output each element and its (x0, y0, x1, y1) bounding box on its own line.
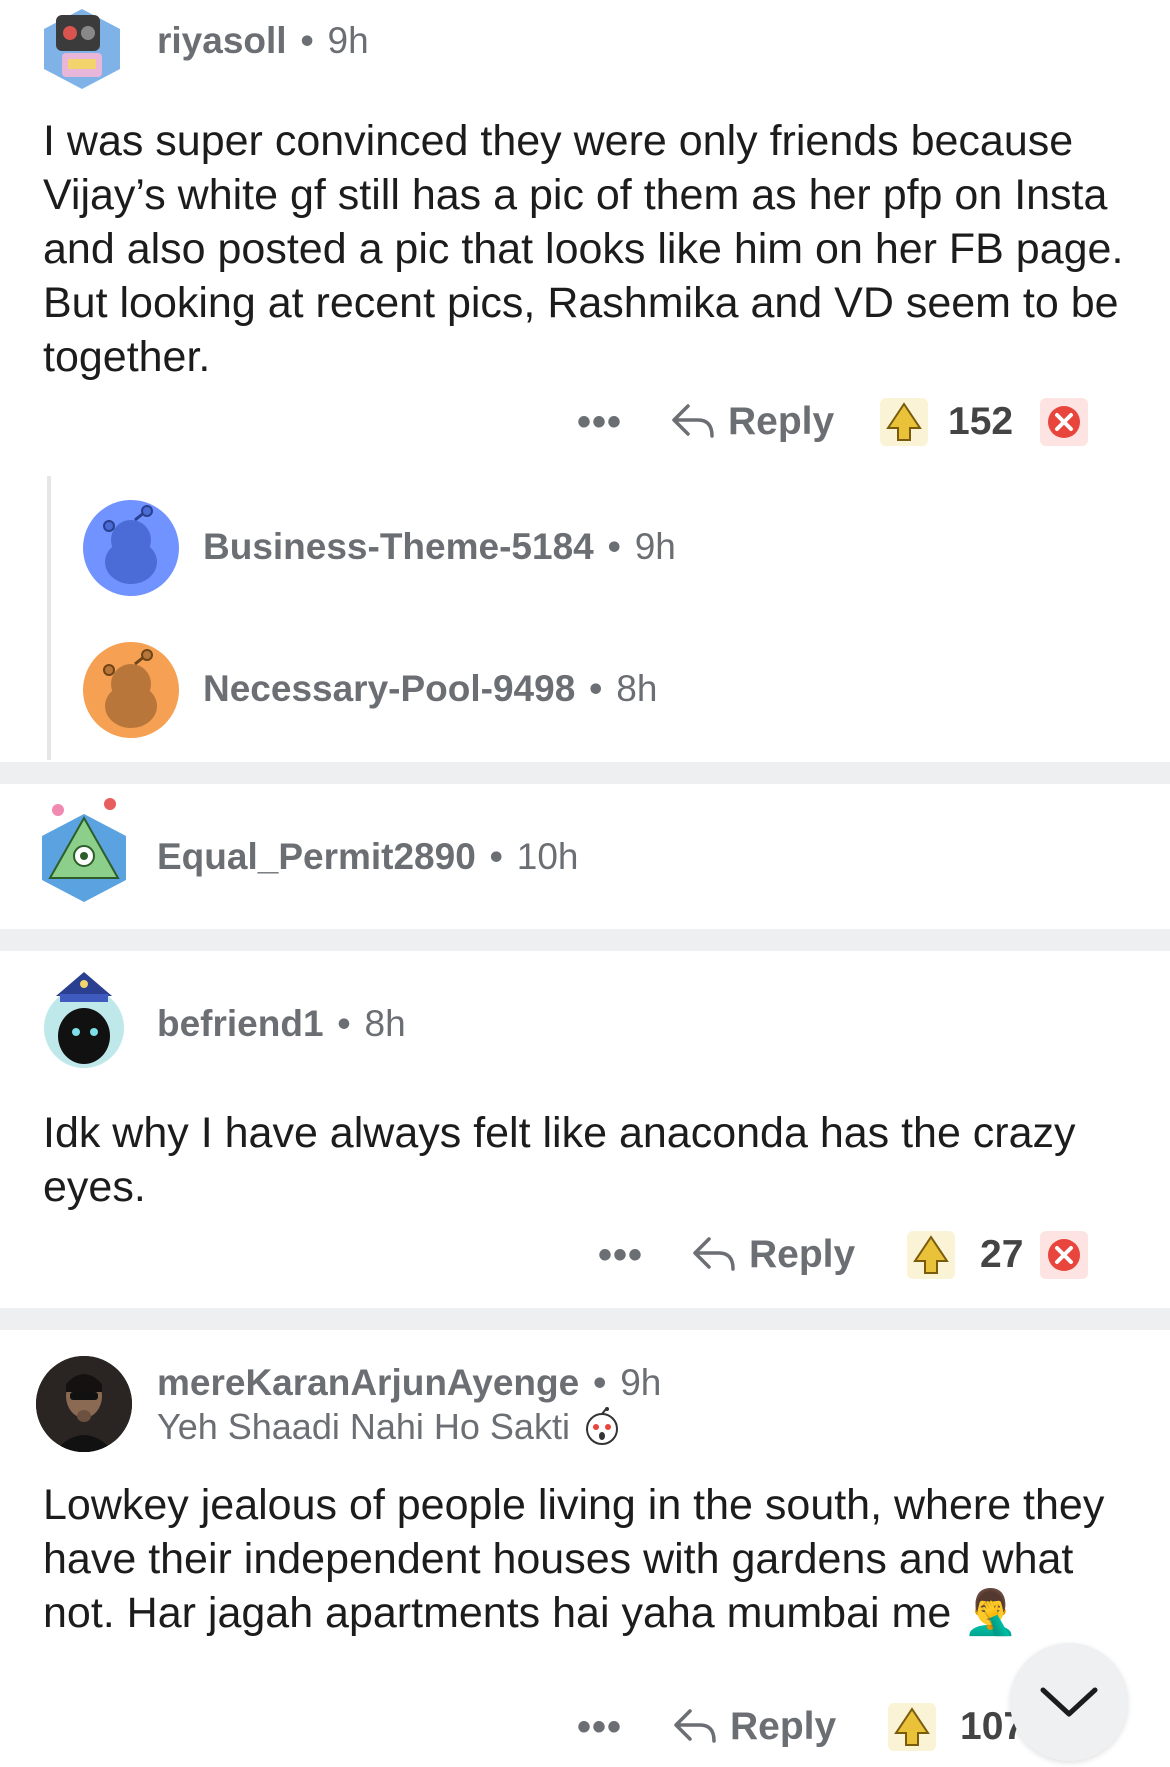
avatar[interactable] (38, 962, 130, 1074)
timestamp: 8h (616, 668, 658, 709)
downvote-award-icon (1040, 1231, 1088, 1279)
shocked-snoo-icon (585, 1407, 618, 1445)
comment-header: riyasoll • 9h (157, 20, 369, 62)
upvote-award-icon (888, 1703, 936, 1751)
downvote-button[interactable] (1040, 398, 1088, 446)
user-flair: Yeh Shaadi Nahi Ho Sakti (157, 1406, 622, 1448)
timestamp: 10h (516, 836, 579, 877)
thread-line[interactable] (47, 476, 51, 760)
comment-actions: ••• (577, 1697, 622, 1757)
flair-text: Yeh Shaadi Nahi Ho Sakti (157, 1406, 570, 1447)
username[interactable]: riyasoll (157, 20, 287, 62)
more-options-button[interactable]: ••• (577, 1705, 622, 1750)
comment-body: I was super convinced they were only fri… (43, 117, 1124, 381)
reply-button[interactable]: Reply (691, 1225, 855, 1285)
avatar[interactable] (38, 5, 126, 93)
timestamp: 9h (327, 20, 369, 61)
comment-separator (0, 929, 1170, 951)
comment-body-text: Lowkey jealous of people living in the s… (43, 1481, 1105, 1637)
separator-dot: • (300, 20, 314, 61)
upvote-button[interactable] (880, 398, 928, 446)
pyramid-eye-avatar-icon (42, 798, 126, 902)
reply-arrow-icon (693, 1237, 735, 1271)
comment-actions: ••• (598, 1225, 643, 1285)
upvote-button[interactable] (907, 1231, 955, 1279)
scroll-next-comment-button[interactable] (1010, 1643, 1128, 1761)
upvote-award-icon (880, 398, 928, 446)
comment-separator (0, 1308, 1170, 1330)
avatar[interactable] (83, 500, 179, 596)
timestamp: 9h (620, 1362, 662, 1403)
downvote-button[interactable] (1040, 1231, 1088, 1279)
snoo-avatar-icon (44, 9, 120, 89)
timestamp: 9h (634, 526, 676, 567)
upvote-button[interactable] (888, 1703, 936, 1751)
comment-header: befriend1 • 8h (157, 1003, 406, 1045)
more-options-button[interactable]: ••• (598, 1233, 643, 1278)
downvote-award-icon (1040, 398, 1088, 446)
reply-label: Reply (749, 1233, 856, 1276)
separator-dot: • (607, 526, 621, 567)
comment-header: Equal_Permit2890 • 10h (157, 836, 579, 878)
reply-arrow-icon (674, 1709, 716, 1743)
comment-header: Necessary-Pool-9498 • 8h (203, 668, 657, 710)
avatar[interactable] (83, 642, 179, 738)
username[interactable]: mereKaranArjunAyenge (157, 1362, 579, 1404)
more-options-button[interactable]: ••• (577, 400, 622, 445)
snoo-captain-avatar-icon (44, 972, 124, 1068)
separator-dot: • (489, 836, 503, 877)
separator-dot: • (593, 1362, 607, 1403)
username[interactable]: Necessary-Pool-9498 (203, 668, 575, 710)
vote-count-wrap: 152 (948, 392, 1013, 452)
timestamp: 8h (364, 1003, 406, 1044)
separator-dot: • (337, 1003, 351, 1044)
comment-header: Business-Theme-5184 • 9h (203, 526, 676, 568)
username[interactable]: Equal_Permit2890 (157, 836, 476, 878)
reply-button[interactable]: Reply (670, 392, 834, 452)
reply-button[interactable]: Reply (672, 1697, 836, 1757)
comment-header: mereKaranArjunAyenge • 9h (157, 1362, 661, 1404)
reply-label: Reply (730, 1705, 837, 1748)
profile-photo-icon (36, 1356, 132, 1452)
username[interactable]: Business-Theme-5184 (203, 526, 594, 568)
comment-body: Lowkey jealous of people living in the s… (43, 1478, 1133, 1640)
comment-separator (0, 762, 1170, 784)
username[interactable]: befriend1 (157, 1003, 324, 1045)
chevron-down-icon (1040, 1687, 1098, 1717)
upvote-award-icon (907, 1231, 955, 1279)
reply-label: Reply (728, 400, 835, 443)
vote-count-wrap: 27 (980, 1225, 1023, 1285)
facepalm-emoji-icon: 🤦‍♂️ (963, 1588, 1018, 1637)
snoo-default-icon (103, 505, 157, 584)
vote-count: 27 (980, 1233, 1024, 1276)
vote-count: 152 (948, 400, 1014, 443)
snoo-default-icon (103, 649, 157, 728)
separator-dot: • (589, 668, 603, 709)
comment-body: Idk why I have always felt like anaconda… (43, 1109, 1076, 1211)
comment-actions: ••• (577, 392, 622, 452)
avatar[interactable] (36, 1356, 132, 1452)
avatar[interactable] (38, 796, 130, 904)
reply-arrow-icon (672, 404, 714, 438)
